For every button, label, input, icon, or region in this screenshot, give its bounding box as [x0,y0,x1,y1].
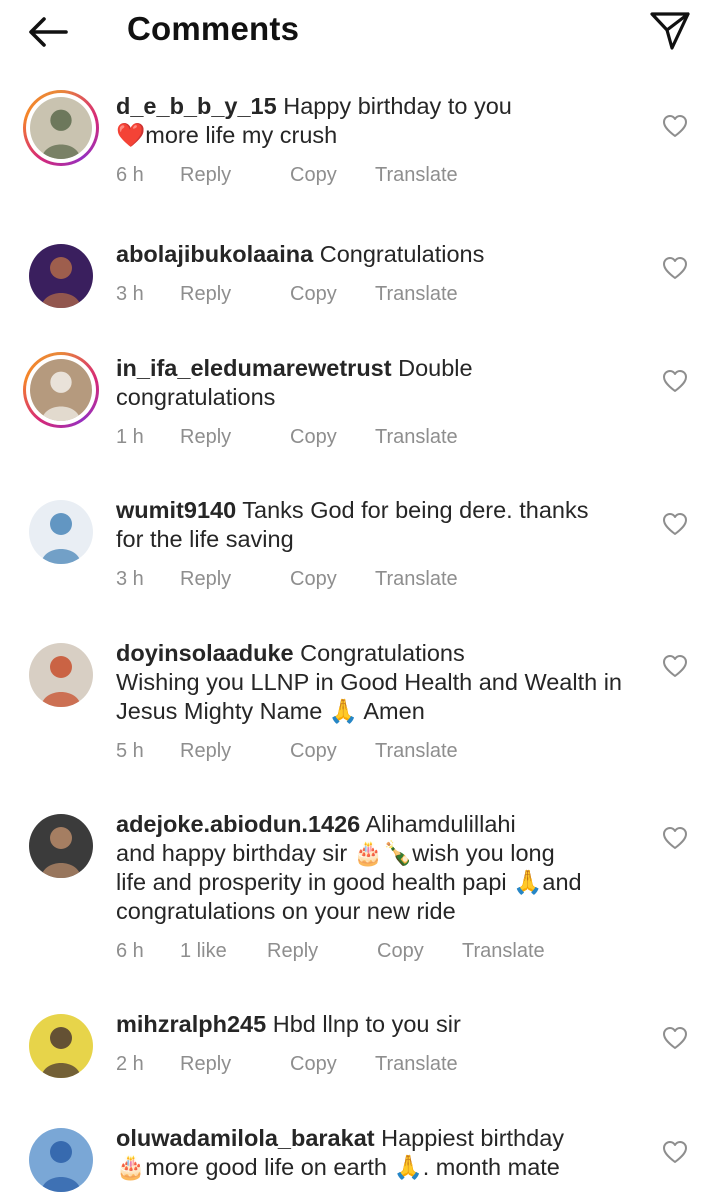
comment-like-count[interactable]: 1 like [180,938,267,964]
back-arrow-icon[interactable] [24,10,72,54]
reply-button[interactable]: Reply [180,566,290,592]
comment-item: adejoke.abiodun.1426 Alihamdulillahi and… [0,806,720,964]
comment-timestamp: 6 h [116,940,144,962]
send-direct-icon[interactable] [648,8,692,52]
avatar[interactable] [23,352,99,428]
comment-username[interactable]: oluwadamilola_barakat [116,1125,375,1151]
avatar[interactable] [23,1008,99,1084]
comment-timestamp: 1 h [116,426,144,448]
avatar-image [29,1128,93,1192]
comment-username[interactable]: mihzralph245 [116,1011,266,1037]
comment-actions: 3 h Reply Copy Translate [116,566,640,592]
avatar[interactable] [23,637,99,713]
comment-item: in_ifa_eledumarewetrust Double congratul… [0,350,720,450]
reply-button[interactable]: Reply [180,281,290,307]
comment-username[interactable]: wumit9140 [116,497,236,523]
comment-username[interactable]: adejoke.abiodun.1426 [116,811,360,837]
page-title: Comments [127,10,300,47]
reply-button[interactable]: Reply [180,738,290,764]
comment-item: mihzralph245 Hbd llnp to you sir 2 h Reply… [0,1006,720,1078]
avatar-image [29,244,93,308]
reply-button[interactable]: Reply [180,1051,290,1077]
reply-button[interactable]: Reply [180,424,290,450]
like-heart-icon[interactable] [662,369,688,393]
copy-button[interactable]: Copy [290,1051,375,1077]
copy-button[interactable]: Copy [290,162,375,188]
reply-button[interactable]: Reply [180,162,290,188]
comment-text: abolajibukolaaina Congratulations [116,236,640,269]
translate-button[interactable]: Translate [375,424,458,450]
comment-timestamp: 3 h [116,283,144,305]
comment-text: mihzralph245 Hbd llnp to you sir [116,1006,640,1039]
translate-button[interactable]: Translate [462,938,545,964]
avatar[interactable] [23,808,99,884]
comment-timestamp: 2 h [116,1053,144,1075]
comment-actions: 1 h Reply Copy Translate [116,424,640,450]
comment-actions: 2 h Reply Copy Translate [116,1051,640,1077]
comment-timestamp: 3 h [116,568,144,590]
translate-button[interactable]: Translate [375,566,458,592]
like-heart-icon[interactable] [662,512,688,536]
comment-actions: 6 h Reply Copy Translate [116,162,640,188]
copy-button[interactable]: Copy [290,281,375,307]
avatar-image [29,500,93,564]
comment-body: Hbd llnp to you sir [272,1011,461,1037]
comment-username[interactable]: doyinsolaaduke [116,640,294,666]
comment-actions: 3 h Reply Copy Translate [116,281,640,307]
comment-item: oluwadamilola_barakat Happiest birthday … [0,1120,720,1192]
comment-text: oluwadamilola_barakat Happiest birthday … [116,1120,640,1182]
avatar[interactable] [23,238,99,314]
copy-button[interactable]: Copy [290,738,375,764]
avatar-image [29,814,93,878]
like-heart-icon[interactable] [662,256,688,280]
comment-text: adejoke.abiodun.1426 Alihamdulillahi and… [116,806,640,926]
comment-item: d_e_b_b_y_15 Happy birthday to you ❤️mor… [0,88,720,188]
comment-text: in_ifa_eledumarewetrust Double congratul… [116,350,640,412]
comment-username[interactable]: in_ifa_eledumarewetrust [116,355,392,381]
like-heart-icon[interactable] [662,114,688,138]
translate-button[interactable]: Translate [375,281,458,307]
avatar-image [30,97,92,159]
reply-button[interactable]: Reply [267,938,377,964]
comment-username[interactable]: d_e_b_b_y_15 [116,93,277,119]
translate-button[interactable]: Translate [375,162,458,188]
comment-text: d_e_b_b_y_15 Happy birthday to you ❤️mor… [116,88,640,150]
like-heart-icon[interactable] [662,1026,688,1050]
like-heart-icon[interactable] [662,826,688,850]
copy-button[interactable]: Copy [290,424,375,450]
avatar[interactable] [23,90,99,166]
top-bar: Comments [0,0,720,64]
comment-timestamp: 5 h [116,740,144,762]
comment-text: doyinsolaaduke Congratulations Wishing y… [116,635,640,726]
avatar-image [29,643,93,707]
translate-button[interactable]: Translate [375,1051,458,1077]
like-heart-icon[interactable] [662,654,688,678]
comment-item: abolajibukolaaina Congratulations 3 h Repl… [0,236,720,308]
avatar[interactable] [23,1122,99,1198]
avatar[interactable] [23,494,99,570]
comment-actions: 6 h 1 like Reply Copy Translate [116,938,640,964]
comment-timestamp: 6 h [116,164,144,186]
copy-button[interactable]: Copy [290,566,375,592]
comment-actions: 5 h Reply Copy Translate [116,738,640,764]
comment-text: wumit9140 Tanks God for being dere. than… [116,492,640,554]
like-heart-icon[interactable] [662,1140,688,1164]
copy-button[interactable]: Copy [377,938,462,964]
comment-item: doyinsolaaduke Congratulations Wishing y… [0,635,720,764]
translate-button[interactable]: Translate [375,738,458,764]
comment-username[interactable]: abolajibukolaaina [116,241,313,267]
avatar-image [29,1014,93,1078]
avatar-image [30,359,92,421]
comment-body: Congratulations [319,241,485,267]
comment-item: wumit9140 Tanks God for being dere. than… [0,492,720,592]
